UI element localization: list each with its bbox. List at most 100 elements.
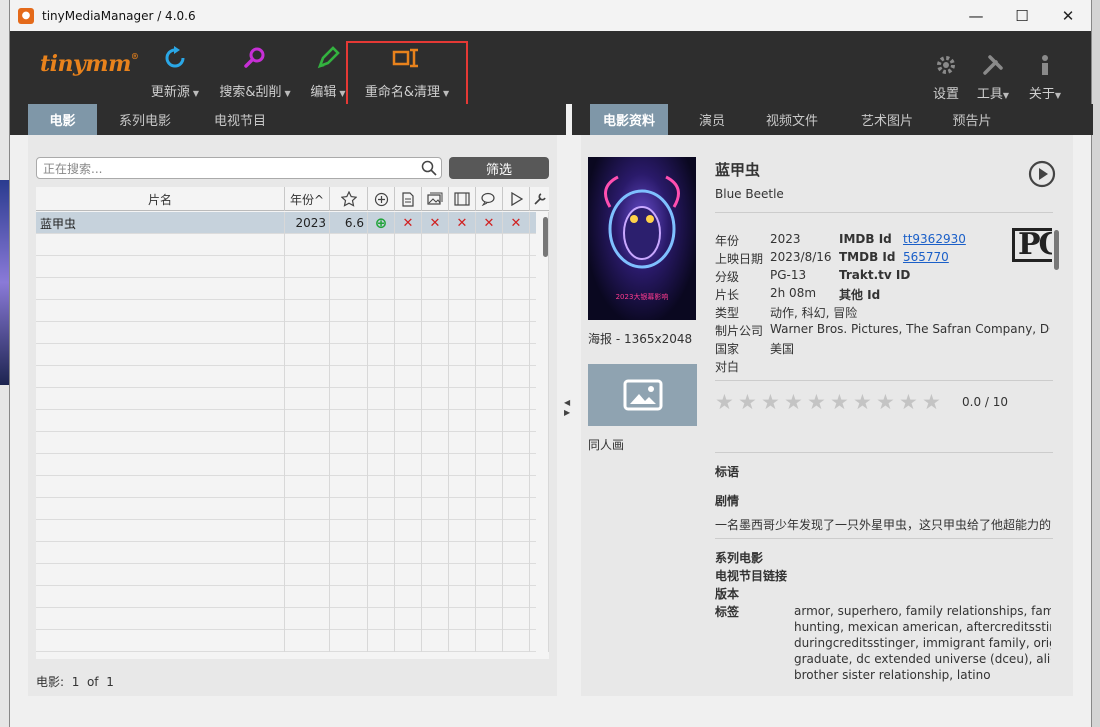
col-title-header[interactable]: 片名 [36,187,285,211]
table-row[interactable] [36,454,549,476]
table-row[interactable] [36,344,549,366]
table-row[interactable] [36,498,549,520]
rating-value: 0.0 / 10 [962,395,1009,409]
divider [715,538,1053,539]
tab-movie-sets[interactable]: 系列电影 [105,104,185,135]
about-button[interactable]: 关于▼ [1025,31,1065,104]
table-row[interactable] [36,410,549,432]
table-row[interactable] [36,256,549,278]
table-row[interactable] [36,432,549,454]
divider [715,452,1053,453]
table-row[interactable] [36,366,549,388]
tab-trailer[interactable]: 预告片 [942,104,1002,135]
rating-star-icon: ★ [738,390,757,414]
tags-label: 标签 [715,605,740,619]
col-images-header[interactable] [422,187,449,211]
plus-circle-icon [374,192,388,206]
left-tab-bar: 电影 系列电影 电视节目 [10,104,566,144]
tab-movies[interactable]: 电影 [28,104,97,144]
tab-movie-details[interactable]: 电影资料 [590,104,668,144]
close-button[interactable]: ✕ [1045,0,1091,31]
table-row[interactable] [36,520,549,542]
tag-line: graduate, dc extended universe (dceu), a… [794,652,1051,666]
missing-status-icon: ✕ [510,215,522,231]
table-row[interactable] [36,630,549,652]
search-icon[interactable] [421,160,437,179]
settings-button[interactable]: 设置 [932,31,960,104]
minimize-button[interactable]: — [953,0,999,31]
maximize-button[interactable]: ☐ [999,0,1045,31]
col-trailer-header[interactable] [449,187,476,211]
dropdown-caret-icon: ▼ [1054,91,1062,100]
table-row[interactable] [36,322,549,344]
table-row[interactable] [36,476,549,498]
rating-stars: ★ ★ ★ ★ ★ ★ ★ ★ ★ ★ [715,390,945,414]
tab-cast[interactable]: 演员 [682,104,742,135]
studio-value: Warner Bros. Pictures, The Safran Compan… [770,322,1050,336]
release-label: 上映日期 [715,252,764,266]
col-nfo-header[interactable] [395,187,422,211]
edit-button[interactable]: 编辑 ▼ [306,31,350,104]
col-year-header[interactable]: 年份^ [285,187,330,211]
poster-image[interactable]: 2023大银幕影响 [588,157,696,320]
play-trailer-icon[interactable] [1028,160,1056,191]
table-row[interactable] [36,278,549,300]
tools-button[interactable]: 工具▼ [973,31,1013,104]
spoken-language-label: 对白 [715,360,740,374]
filter-button[interactable]: 筛选 [449,157,549,179]
col-new-header[interactable] [368,187,395,211]
country-value: 美国 [770,342,795,356]
poster-caption: 海报 - 1365x2048 [588,332,693,346]
tab-tv-shows[interactable]: 电视节目 [200,104,280,135]
table-row[interactable] [36,564,549,586]
table-row[interactable]: 蓝甲虫 2023 6.6 ⊕ ✕ ✕ ✕ ✕ ✕ [36,212,549,234]
fanart-image[interactable] [588,364,697,426]
search-scrape-button[interactable]: 搜索&刮削 ▼ [218,31,292,104]
missing-status-icon: ✕ [402,215,414,231]
col-subtitles-header[interactable] [476,187,503,211]
film-icon [454,192,470,206]
table-row[interactable] [36,586,549,608]
edition-label: 版本 [715,587,740,601]
rating-star-icon: ★ [784,390,803,414]
table-row[interactable] [36,300,549,322]
original-title: Blue Beetle [715,187,784,201]
window-title: tinyMediaManager / 4.0.6 [42,8,196,23]
table-row[interactable] [36,542,549,564]
movie-count: 电影: 1 of 1 [36,675,114,689]
tag-line: duringcreditsstinger, immigrant family, … [794,636,1051,650]
table-row[interactable] [36,608,549,630]
tag-line: brother sister relationship, latino [794,668,991,682]
rename-highlight-box [346,41,468,108]
new-status-icon: ⊕ [374,214,388,232]
col-watched-header[interactable] [503,187,530,211]
main-toolbar: tinymm® 更新源 ▼ 搜索&刮削 ▼ 编辑 ▼ 重命名&清理 ▼ 设置 工… [10,31,1091,108]
title-bar: ● tinyMediaManager / 4.0.6 — ☐ ✕ [10,0,1091,31]
divider [715,380,1053,381]
movie-table: 片名 年份^ 蓝甲虫 2023 6.6 ⊕ ✕ ✕ ✕ ✕ ✕ [36,187,549,659]
play-icon [510,192,523,206]
missing-status-icon: ✕ [483,215,495,231]
right-tab-bar: 电影资料 演员 视频文件 艺术图片 预告片 [572,104,1093,144]
detail-scrollbar[interactable] [1054,230,1059,270]
update-source-button[interactable]: 更新源 ▼ [149,31,201,104]
tmdb-link[interactable]: 565770 [903,250,949,264]
genre-value: 动作, 科幻, 冒险 [770,306,858,320]
tmdb-label: TMDB Id [839,250,896,264]
images-icon [427,192,443,205]
table-row[interactable] [36,388,549,410]
refresh-icon [160,43,190,73]
table-scrollbar[interactable] [543,217,548,257]
info-icon [1033,53,1057,77]
tab-artwork[interactable]: 艺术图片 [847,104,927,135]
missing-status-icon: ✕ [429,215,441,231]
imdb-link[interactable]: tt9362930 [903,232,966,246]
split-pane-arrows[interactable]: ◀ ▶ [564,398,570,418]
dropdown-caret-icon: ▼ [284,89,291,98]
tab-media-files[interactable]: 视频文件 [752,104,832,135]
table-row[interactable] [36,234,549,256]
dropdown-caret-icon: ▼ [339,89,346,98]
search-input[interactable]: 正在搜索... [36,157,442,179]
col-rating-header[interactable] [330,187,368,211]
col-config-header[interactable] [530,187,549,211]
